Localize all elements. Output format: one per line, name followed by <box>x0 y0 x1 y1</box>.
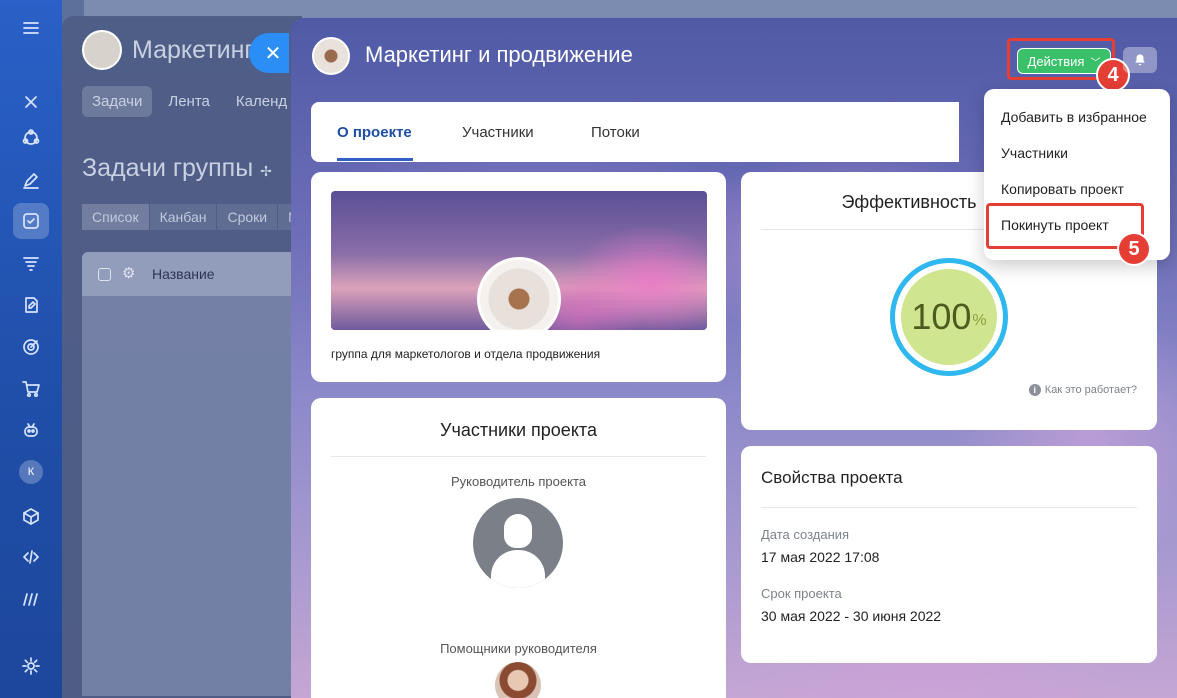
left-navigation: К <box>0 0 62 698</box>
bell-icon <box>1135 54 1145 66</box>
info-icon: i <box>1028 384 1041 396</box>
user-avatar[interactable]: К <box>19 460 43 484</box>
owner-label: Руководитель проекта <box>451 474 586 489</box>
view-deadlines[interactable]: Сроки <box>217 204 278 230</box>
box-icon[interactable] <box>17 502 45 530</box>
marketplace-icon[interactable] <box>17 585 45 613</box>
close-slider-button[interactable]: ✕ <box>249 33 289 73</box>
efficiency-gauge: 100% <box>890 258 1008 376</box>
divider <box>331 456 706 457</box>
how-it-works-link[interactable]: i Как это работает? <box>1028 384 1137 396</box>
user-silhouette-icon <box>504 514 532 548</box>
project-tabs: О проекте Участники Потоки <box>311 102 959 162</box>
about-card: группа для маркетологов и отдела продвиж… <box>311 172 726 382</box>
project-banner <box>331 191 707 330</box>
project-logo <box>312 37 350 75</box>
select-all-checkbox[interactable] <box>98 268 111 281</box>
project-avatar <box>477 257 561 330</box>
project-title: Маркетинг и продвижение <box>365 42 633 67</box>
view-kanban[interactable]: Канбан <box>149 204 217 230</box>
tab-feed[interactable]: Лента <box>158 86 220 117</box>
tab-members[interactable]: Участники <box>462 124 534 141</box>
pin-icon[interactable]: ✢ <box>260 163 272 179</box>
view-list[interactable]: Список <box>82 204 149 230</box>
notifications-button[interactable] <box>1123 47 1157 73</box>
funnel-icon[interactable] <box>17 250 45 278</box>
pencil-icon[interactable] <box>17 166 45 194</box>
column-name[interactable]: Название <box>152 266 215 282</box>
code-icon[interactable] <box>17 543 45 571</box>
efficiency-value: 100 <box>911 296 972 337</box>
menu-item-add-favorite[interactable]: Добавить в избранное <box>1001 109 1147 125</box>
tab-tasks[interactable]: Задачи <box>82 86 153 117</box>
term-label: Срок проекта <box>761 586 842 601</box>
document-edit-icon[interactable] <box>17 291 45 319</box>
term-value: 30 мая 2022 - 30 июня 2022 <box>761 608 942 624</box>
menu-icon[interactable] <box>17 14 45 42</box>
group-tasks-page: Маркетинг Задачи Лента Календ Задачи гру… <box>62 16 310 698</box>
robot-icon[interactable] <box>17 416 45 444</box>
gauge-fill: 100% <box>901 269 997 365</box>
members-card: Участники проекта Руководитель проекта П… <box>311 398 726 698</box>
group-logo <box>82 30 122 70</box>
created-label: Дата создания <box>761 527 850 542</box>
created-value: 17 мая 2022 17:08 <box>761 549 880 565</box>
moderators-label: Помощники руководителя <box>440 641 597 656</box>
efficiency-unit: % <box>972 312 987 329</box>
properties-title: Свойства проекта <box>761 468 903 487</box>
divider <box>761 507 1137 508</box>
close-icon[interactable] <box>17 88 45 116</box>
settings-gear-icon[interactable] <box>17 652 45 680</box>
tasks-icon[interactable] <box>13 203 49 239</box>
task-grid: ⚙ Название <box>82 252 302 696</box>
how-it-works-label: Как это работает? <box>1044 384 1137 396</box>
project-description: группа для маркетологов и отдела продвиж… <box>331 347 601 361</box>
grid-header: ⚙ Название <box>82 252 302 296</box>
menu-item-members[interactable]: Участники <box>1001 145 1068 161</box>
group-tabs: Задачи Лента Календ <box>82 86 297 117</box>
moderator-avatar[interactable] <box>495 662 541 698</box>
tasks-heading: Задачи группы ✢ <box>82 154 272 182</box>
tab-streams[interactable]: Потоки <box>591 124 640 141</box>
gear-icon[interactable]: ⚙ <box>122 264 135 282</box>
active-tab-indicator <box>337 158 413 161</box>
step-badge-5: 5 <box>1117 232 1151 266</box>
actions-label: Действия <box>1027 53 1085 69</box>
view-switcher: Список Канбан Сроки М <box>82 204 310 230</box>
close-icon: ✕ <box>264 42 282 65</box>
properties-card: Свойства проекта Дата создания 17 мая 20… <box>741 446 1157 663</box>
tab-about[interactable]: О проекте <box>337 124 412 141</box>
menu-item-copy-project[interactable]: Копировать проект <box>1001 181 1124 197</box>
group-title: Маркетинг <box>132 36 254 64</box>
cart-icon[interactable] <box>17 375 45 403</box>
owner-avatar[interactable] <box>473 498 563 588</box>
user-silhouette-body <box>491 550 545 588</box>
target-icon[interactable] <box>17 333 45 361</box>
members-title: Участники проекта <box>440 420 597 440</box>
tab-calendar[interactable]: Календ <box>226 86 297 117</box>
groups-icon[interactable] <box>17 124 45 152</box>
